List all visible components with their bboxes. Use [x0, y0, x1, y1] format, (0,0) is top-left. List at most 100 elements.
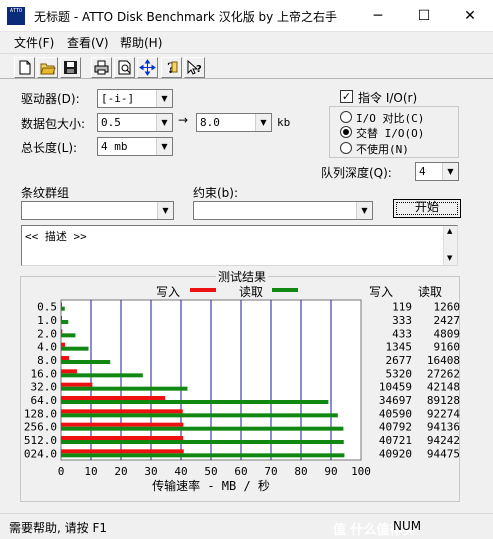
direct-io-label: 指令 I/O(r)	[358, 91, 418, 105]
help-icon[interactable]: ?	[161, 57, 182, 78]
write-value: 40792	[379, 421, 412, 434]
total-length-label: 总长度(L):	[21, 141, 78, 155]
read-value: 42148	[427, 381, 460, 394]
description-scrollbar[interactable]: ▲ ▼	[443, 226, 457, 265]
print-preview-icon[interactable]	[114, 57, 135, 78]
x-tick-label: 90	[324, 465, 337, 478]
write-value: 119	[392, 301, 412, 314]
read-bar	[61, 426, 344, 431]
write-bar	[61, 356, 70, 360]
total-length-select[interactable]: 4 mb ▼	[97, 137, 173, 156]
menu-help[interactable]: 帮助(H)	[120, 34, 162, 51]
x-tick-label: 80	[294, 465, 307, 478]
toolbar: ? ?	[0, 53, 493, 79]
write-value: 2677	[386, 354, 413, 367]
drive-label: 驱动器(D):	[21, 92, 80, 106]
write-bar	[61, 449, 184, 454]
write-value: 5320	[386, 367, 413, 380]
x-tick-label: 100	[351, 465, 371, 478]
y-category-label: 64.0	[31, 394, 58, 407]
io-compare-label: I/O 对比(C)	[356, 112, 425, 125]
y-category-label: 0.5	[37, 301, 57, 314]
chevron-down-icon[interactable]: ▼	[157, 202, 173, 219]
read-value: 94136	[427, 421, 460, 434]
write-value: 40590	[379, 407, 412, 420]
svg-text:?: ?	[196, 64, 202, 75]
description-text: << 描述 >>	[25, 230, 87, 243]
status-bar: 需要帮助, 请按 F1 值 什么值得买 NUM	[0, 513, 493, 539]
read-value: 94475	[427, 447, 460, 460]
print-icon[interactable]	[91, 57, 112, 78]
read-bar	[61, 440, 344, 444]
read-bar	[61, 346, 89, 351]
new-file-icon[interactable]	[14, 57, 35, 78]
chevron-down-icon[interactable]: ▼	[255, 114, 271, 131]
minimize-button[interactable]: ─	[355, 0, 401, 32]
y-category-label: 128.0	[24, 407, 57, 420]
chevron-down-icon[interactable]: ▼	[356, 202, 372, 219]
queue-depth-label: 队列深度(Q):	[321, 166, 392, 180]
io-compare-radio[interactable]	[340, 111, 352, 123]
write-bar	[61, 382, 93, 387]
x-tick-label: 10	[84, 465, 97, 478]
write-value: 40920	[379, 447, 412, 460]
x-tick-label: 20	[114, 465, 127, 478]
packet-to-select[interactable]: 8.0 ▼	[196, 113, 272, 132]
write-bar	[61, 396, 166, 400]
scroll-up-icon[interactable]: ▲	[447, 227, 452, 235]
y-category-label: 16.0	[31, 367, 58, 380]
context-help-icon[interactable]: ?	[184, 57, 205, 78]
menu-view[interactable]: 查看(V)	[67, 34, 109, 51]
chevron-down-icon[interactable]: ▼	[156, 90, 172, 107]
x-tick-label: 50	[204, 465, 217, 478]
no-use-radio[interactable]	[340, 142, 352, 154]
read-value: 9160	[434, 341, 461, 354]
results-chart-svg: 0 10 20 30 40 50 60 70 80 90 100 0.5 119 1260 1.0 333 24…	[24, 299, 461, 493]
window-title: 无标题 - ATTO Disk Benchmark 汉化版 by 上帝之右手	[34, 10, 338, 24]
read-value: 94242	[427, 434, 460, 447]
read-value: 89128	[427, 394, 460, 407]
description-box[interactable]: << 描述 >> ▲ ▼	[21, 225, 458, 266]
read-bar	[61, 413, 338, 418]
status-help-text: 需要帮助, 请按 F1	[9, 521, 107, 535]
read-bar	[61, 386, 188, 391]
menu-bar: 文件(F) 查看(V) 帮助(H)	[0, 32, 493, 52]
scroll-down-icon[interactable]: ▼	[447, 254, 452, 262]
chevron-down-icon[interactable]: ▼	[442, 163, 458, 180]
queue-depth-select[interactable]: 4 ▼	[415, 162, 459, 181]
menu-file[interactable]: 文件(F)	[14, 34, 54, 51]
y-category-label: 8.0	[37, 354, 57, 367]
results-chart: 0 10 20 30 40 50 60 70 80 90 100 0.5 119 1260 1.0 333 24…	[19, 296, 460, 502]
direct-io-checkbox[interactable]: ✓	[340, 90, 353, 103]
save-icon[interactable]	[60, 57, 81, 78]
y-category-label: 256.0	[24, 421, 57, 434]
read-bar	[61, 320, 69, 324]
drive-value: [-i-]	[101, 92, 135, 105]
write-bar	[61, 329, 63, 334]
move-icon[interactable]	[137, 57, 158, 78]
y-category-label: 4.0	[37, 341, 57, 354]
drive-select[interactable]: [-i-] ▼	[97, 89, 173, 108]
close-button[interactable]: ✕	[447, 0, 493, 32]
chevron-down-icon[interactable]: ▼	[156, 138, 172, 155]
y-category-label: 1.0	[37, 314, 57, 327]
read-value: 4809	[434, 327, 461, 340]
maximize-button[interactable]: ☐	[401, 0, 447, 32]
overlap-io-radio[interactable]	[340, 126, 352, 138]
read-bar	[61, 373, 143, 378]
num-lock-indicator: NUM	[393, 519, 422, 533]
constraint-select[interactable]: ▼	[193, 201, 373, 220]
read-value: 1260	[434, 301, 461, 314]
packet-unit: kb	[277, 116, 291, 129]
start-button[interactable]: 开始	[393, 199, 461, 218]
x-tick-label: 60	[234, 465, 247, 478]
chevron-down-icon[interactable]: ▼	[156, 114, 172, 131]
packet-from-select[interactable]: 0.5 ▼	[97, 113, 173, 132]
write-bar	[61, 302, 62, 307]
packet-from-value: 0.5	[101, 116, 121, 129]
stripe-group-select[interactable]: ▼	[21, 201, 174, 220]
read-bar	[61, 333, 76, 338]
packet-size-label: 数据包大小:	[21, 117, 86, 131]
open-folder-icon[interactable]	[37, 57, 58, 78]
read-bar	[61, 453, 345, 458]
